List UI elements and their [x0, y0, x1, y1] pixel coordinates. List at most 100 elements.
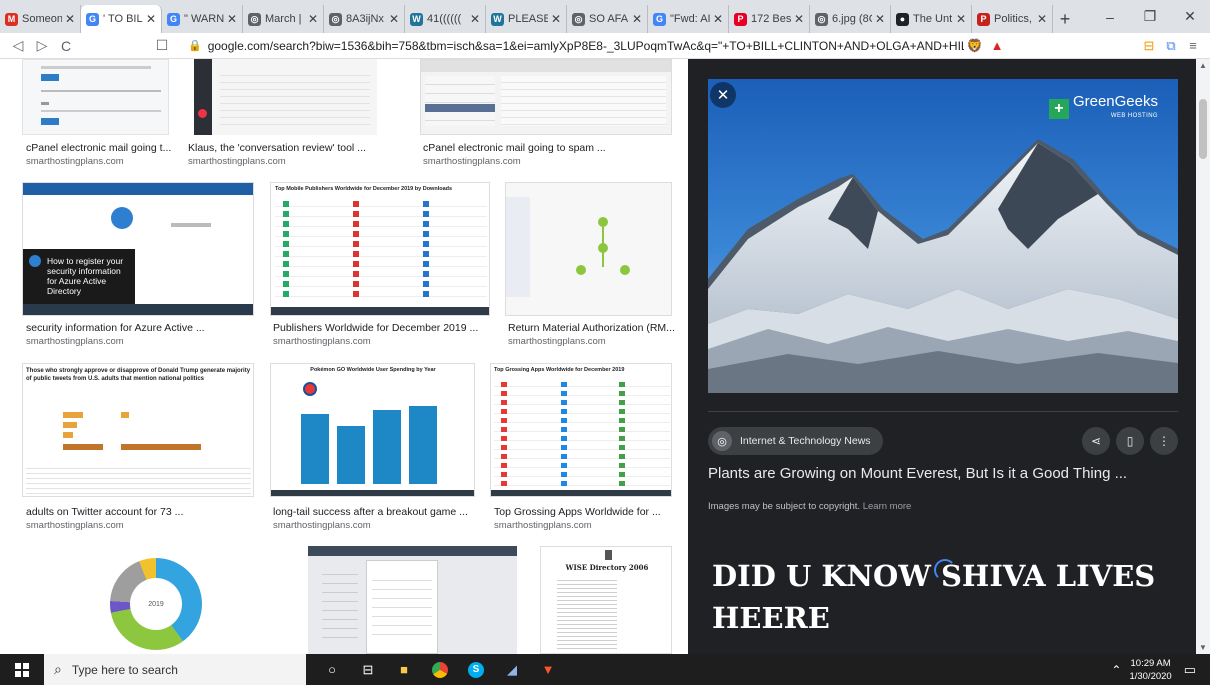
scroll-down-icon[interactable]: ▼ [1196, 643, 1210, 652]
browser-tab[interactable]: W PLEASE ✕ [486, 5, 567, 33]
reload-icon[interactable]: C [54, 38, 78, 54]
result-source: smarthostingplans.com [188, 156, 286, 167]
close-tab-icon[interactable]: ✕ [551, 12, 561, 26]
browser-tab[interactable]: ◎ 6.jpg (8C✕ [810, 5, 891, 33]
close-tab-icon[interactable]: ✕ [875, 12, 885, 26]
learn-more-link[interactable]: Learn more [863, 501, 912, 512]
browser-tab[interactable]: G ' TO BILL✕ [81, 5, 162, 33]
news-icon: ● [896, 12, 909, 26]
tab-title: 8A3ijNx [346, 13, 384, 25]
close-tab-icon[interactable]: ✕ [227, 12, 237, 26]
close-tab-icon[interactable]: ✕ [1037, 12, 1047, 26]
scroll-up-icon[interactable]: ▲ [1196, 61, 1210, 70]
browser-tab[interactable]: P 172 Bes ✕ [729, 5, 810, 33]
close-tab-icon[interactable]: ✕ [146, 12, 156, 26]
result-caption[interactable]: long-tail success after a breakout game … [273, 506, 468, 518]
close-tab-icon[interactable]: ✕ [713, 12, 723, 26]
source-chip[interactable]: ◎ Internet & Technology News [708, 427, 883, 455]
scrollbar-thumb[interactable] [1199, 99, 1207, 159]
result-caption[interactable]: Return Material Authorization (RM... [508, 322, 675, 334]
mountain-image [708, 79, 1178, 393]
tab-title: Someon [22, 13, 62, 25]
result-thumbnail[interactable] [194, 59, 377, 135]
page-scrollbar[interactable]: ▲ ▼ [1196, 59, 1210, 654]
cortana-icon[interactable]: ○ [314, 654, 350, 685]
close-preview-button[interactable]: ✕ [710, 82, 736, 108]
result-thumbnail[interactable]: Those who strongly approve or disapprove… [22, 363, 254, 497]
result-source: smarthostingplans.com [423, 156, 521, 167]
save-button[interactable]: ▯ [1116, 427, 1144, 455]
browser-tab[interactable]: G " WARN ✕ [162, 5, 243, 33]
result-thumbnail[interactable]: Top Grossing Apps Worldwide for December… [490, 363, 672, 497]
result-caption[interactable]: cPanel electronic mail going to spam ... [423, 142, 606, 154]
preview-image[interactable] [708, 79, 1178, 393]
result-caption[interactable]: adults on Twitter account for 73 ... [26, 506, 183, 518]
result-thumbnail[interactable] [22, 59, 169, 135]
more-options-button[interactable]: ⋮ [1150, 427, 1178, 455]
result-thumbnail[interactable] [505, 182, 672, 316]
menu-icon[interactable]: ≡ [1182, 35, 1204, 57]
bookmark-icon[interactable]: ☐ [150, 37, 174, 54]
back-icon[interactable]: ◁ [6, 37, 30, 54]
copyright-text: Images may be subject to copyright. [708, 501, 861, 512]
chrome-icon[interactable] [422, 654, 458, 685]
tab-title: PLEASE [508, 13, 548, 25]
task-view-icon[interactable]: ⊟ [350, 654, 386, 685]
close-tab-icon[interactable]: ✕ [632, 12, 642, 26]
result-thumbnail[interactable] [420, 59, 672, 135]
forward-icon[interactable]: ▷ [30, 37, 54, 54]
result-thumbnail[interactable]: How to register your security informatio… [22, 182, 254, 316]
close-tab-icon[interactable]: ✕ [794, 12, 804, 26]
result-heading: WISE Directory 2006 [565, 563, 649, 572]
browser-tab[interactable]: ◎ 8A3ijNx ✕ [324, 5, 405, 33]
url-field[interactable]: 🔒 google.com/search?biw=1536&bih=758&tbm… [188, 35, 964, 57]
close-tab-icon[interactable]: ✕ [65, 12, 75, 26]
brave-rewards-icon[interactable]: ▲ [986, 35, 1008, 57]
brand-subtitle: WEB HOSTING [1110, 113, 1158, 119]
result-thumbnail[interactable]: WISE Directory 2006 [540, 546, 672, 654]
tab-title: 172 Bes [751, 13, 791, 25]
result-thumbnail[interactable] [308, 546, 517, 654]
share-button[interactable]: ⋖ [1082, 427, 1110, 455]
browser-tab[interactable]: P Politics, ✕ [972, 5, 1053, 33]
clock[interactable]: 10:29 AM 1/30/2020 [1129, 657, 1171, 683]
maximize-button[interactable]: ❐ [1130, 0, 1170, 33]
close-tab-icon[interactable]: ✕ [389, 12, 399, 26]
tab-title: The Unt [913, 13, 953, 25]
close-window-button[interactable]: ✕ [1170, 0, 1210, 33]
start-button[interactable] [0, 654, 44, 685]
tab-title: ' TO BILL [103, 13, 143, 25]
result-caption[interactable]: Publishers Worldwide for December 2019 .… [273, 322, 478, 334]
notes-app-icon[interactable]: ◢ [494, 654, 530, 685]
browser-tab[interactable]: W 41((((((✕ [405, 5, 486, 33]
result-thumbnail[interactable]: Pokémon GO Worldwide User Spending by Ye… [270, 363, 475, 497]
wordpress-icon: W [491, 12, 504, 26]
show-hidden-icons-icon[interactable]: ⌃ [1111, 663, 1121, 677]
close-tab-icon[interactable]: ✕ [470, 12, 480, 26]
new-tab-button[interactable]: + [1053, 5, 1077, 33]
translate-icon[interactable]: ⧉ [1160, 35, 1182, 57]
preview-title[interactable]: Plants are Growing on Mount Everest, But… [708, 465, 1127, 482]
notifications-icon[interactable]: ▭ [1184, 662, 1196, 678]
result-caption[interactable]: cPanel electronic mail going t... [26, 142, 171, 154]
browser-tab[interactable]: M Someon ✕ [0, 5, 81, 33]
skype-icon[interactable]: S [458, 654, 494, 685]
taskbar-search[interactable]: ⌕ Type here to search [44, 654, 306, 685]
close-tab-icon[interactable]: ✕ [308, 12, 318, 26]
close-tab-icon[interactable]: ✕ [956, 12, 966, 26]
browser-tab[interactable]: ◎ SO AFA ✕ [567, 5, 648, 33]
result-caption[interactable]: security information for Azure Active ..… [26, 322, 205, 334]
result-caption[interactable]: Top Grossing Apps Worldwide for ... [494, 506, 661, 518]
browser-tab[interactable]: G "Fwd: AI ✕ [648, 5, 729, 33]
result-thumbnail[interactable]: Top Mobile Publishers Worldwide for Dece… [270, 182, 490, 316]
search-placeholder: Type here to search [71, 662, 178, 677]
browser-tab[interactable]: ◎ March | ✕ [243, 5, 324, 33]
minimize-button[interactable]: – [1090, 0, 1130, 33]
result-thumbnail[interactable]: 2019 [22, 546, 284, 654]
brave-shield-icon[interactable]: 🦁 [964, 35, 986, 57]
browser-tab[interactable]: ● The Unt ✕ [891, 5, 972, 33]
brave-icon[interactable]: ▼ [530, 654, 566, 685]
result-caption[interactable]: Klaus, the 'conversation review' tool ..… [188, 142, 366, 154]
file-explorer-icon[interactable]: ■ [386, 654, 422, 685]
extension-icon[interactable]: ⊟ [1138, 35, 1160, 57]
